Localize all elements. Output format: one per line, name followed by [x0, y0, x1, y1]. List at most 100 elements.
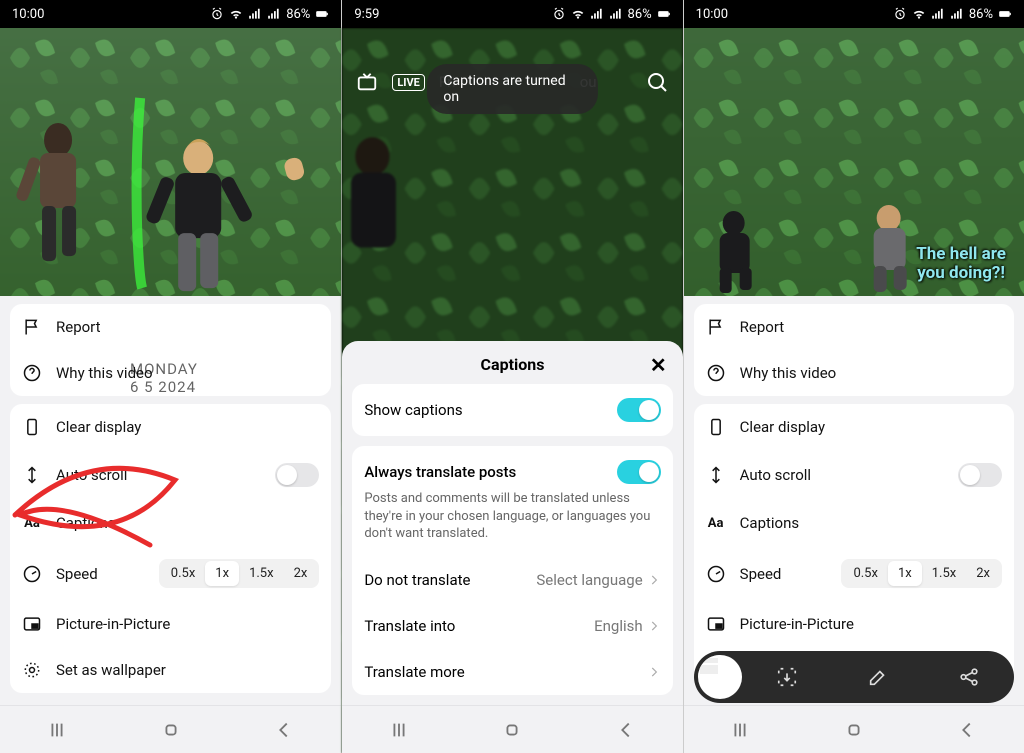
video-preview[interactable] — [0, 28, 341, 296]
into-label: Translate into — [364, 617, 455, 635]
into-value: English — [594, 617, 643, 635]
speed-1.5x[interactable]: 1.5x — [239, 561, 284, 586]
recents-button[interactable] — [729, 719, 751, 741]
clock: 10:00 — [12, 7, 44, 22]
auto-scroll-row[interactable]: Auto scroll — [10, 450, 331, 500]
speed-2x[interactable]: 2x — [966, 561, 1000, 586]
video-preview[interactable]: The hell are you doing?! — [684, 28, 1024, 296]
recents-button[interactable] — [388, 719, 410, 741]
flag-icon — [22, 317, 42, 337]
clear-display-row[interactable]: Clear display — [10, 404, 331, 450]
battery-icon — [998, 7, 1012, 21]
clock: 9:59 — [354, 7, 379, 22]
nav-bar — [684, 705, 1024, 753]
auto-scroll-row[interactable]: Auto scroll — [694, 450, 1014, 500]
speed-1x][interactable]: 1x — [888, 561, 922, 586]
captions-label: Captions — [56, 514, 319, 532]
speed-selector[interactable]: 0.5x 1x 1.5x 2x — [841, 559, 1002, 588]
share-button[interactable] — [923, 666, 1014, 688]
clear-display-row[interactable]: Clear display — [694, 404, 1014, 450]
speed-1x[interactable]: 1x — [205, 561, 239, 586]
close-icon[interactable]: ✕ — [650, 353, 667, 377]
speed-0.5x[interactable]: 0.5x — [161, 561, 206, 586]
speed-row[interactable]: Speed 0.5x 1x 1.5x 2x — [10, 546, 331, 601]
report-label: Report — [56, 318, 319, 336]
chevron-right-icon — [647, 619, 661, 633]
speed-label: Speed — [56, 565, 145, 583]
speed-0.5x[interactable]: 0.5x — [843, 561, 888, 586]
always-translate-row[interactable]: Always translate posts — [352, 446, 672, 490]
caption-line1: The hell are — [916, 245, 1006, 265]
home-button[interactable] — [843, 719, 865, 741]
auto-scroll-toggle[interactable] — [275, 463, 319, 487]
speed-row[interactable]: Speed 0.5x 1x 1.5x 2x — [694, 546, 1014, 601]
watermark: MONDAY 6 5 2024 — [130, 360, 198, 396]
signal-icon — [590, 7, 604, 21]
dnt-row[interactable]: Do not translate Select language — [352, 557, 672, 603]
battery-text: 86% — [969, 7, 993, 22]
speed-icon — [22, 564, 42, 584]
watermark-line1: MONDAY — [130, 360, 198, 378]
signal-icon-2 — [609, 7, 623, 21]
nav-bar — [0, 705, 341, 753]
clear-label: Clear display — [56, 418, 319, 436]
wallpaper-row[interactable]: Set as wallpaper — [10, 647, 331, 693]
pip-label: Picture-in-Picture — [56, 615, 319, 633]
auto-label: Auto scroll — [740, 466, 944, 484]
flag-icon — [706, 317, 726, 337]
auto-scroll-toggle[interactable] — [958, 463, 1002, 487]
alarm-icon — [210, 7, 224, 21]
search-icon[interactable] — [645, 70, 669, 94]
options-sheet: Report Why this video Clear display Auto… — [684, 296, 1024, 705]
report-row[interactable]: Report — [694, 304, 1014, 350]
always-translate-toggle[interactable] — [617, 460, 661, 484]
tv-icon[interactable] — [356, 71, 378, 93]
report-row[interactable]: Report — [10, 304, 331, 350]
screenshot-toolbar — [694, 651, 1014, 703]
translate-into-row[interactable]: Translate into English — [352, 603, 672, 649]
aa-icon: Aa — [22, 513, 42, 533]
show-captions-row[interactable]: Show captions — [352, 384, 672, 436]
wallpaper-icon — [22, 660, 42, 680]
always-translate-label: Always translate posts — [364, 463, 516, 481]
recents-button[interactable] — [46, 719, 68, 741]
toast: Captions are turned on — [427, 64, 597, 114]
back-button[interactable] — [273, 719, 295, 741]
why-video-row[interactable]: Why this video — [694, 350, 1014, 396]
signal-icon — [931, 7, 945, 21]
speed-1.5x[interactable]: 1.5x — [922, 561, 967, 586]
phone-icon — [706, 417, 726, 437]
speed-icon — [706, 564, 726, 584]
wifi-icon — [912, 7, 926, 21]
always-translate-desc: Posts and comments will be translated un… — [352, 490, 672, 557]
speed-selector[interactable]: 0.5x 1x 1.5x 2x — [159, 559, 320, 588]
wallpaper-label: Set as wallpaper — [56, 661, 319, 679]
pip-row[interactable]: Picture-in-Picture — [694, 601, 1014, 647]
options-sheet: Report Why this video Clear display Auto… — [0, 296, 341, 705]
home-button[interactable] — [501, 719, 523, 741]
wifi-icon — [571, 7, 585, 21]
captions-title: Captions — [481, 355, 545, 374]
screenshot-3: 10:00 86% — [683, 0, 1024, 753]
back-button[interactable] — [615, 719, 637, 741]
back-button[interactable] — [956, 719, 978, 741]
captions-row[interactable]: Aa Captions — [694, 500, 1014, 546]
show-captions-toggle[interactable] — [617, 398, 661, 422]
pip-row[interactable]: Picture-in-Picture — [10, 601, 331, 647]
screenshot-thumbnail[interactable] — [698, 655, 742, 699]
home-button[interactable] — [160, 719, 182, 741]
scroll-capture-button[interactable] — [742, 666, 833, 688]
why-label: Why this video — [740, 364, 1002, 382]
captions-row[interactable]: Aa Captions — [10, 500, 331, 546]
live-badge[interactable]: LIVE — [392, 74, 425, 91]
battery-icon — [315, 7, 329, 21]
alarm-icon — [893, 7, 907, 21]
signal-icon-2 — [950, 7, 964, 21]
pip-icon — [706, 614, 726, 634]
edit-button[interactable] — [832, 666, 923, 688]
watermark-line2: 6 5 2024 — [130, 378, 198, 396]
auto-label: Auto scroll — [56, 466, 261, 484]
speed-2x[interactable]: 2x — [284, 561, 318, 586]
more-label: Translate more — [364, 663, 464, 681]
translate-more-row[interactable]: Translate more — [352, 649, 672, 695]
